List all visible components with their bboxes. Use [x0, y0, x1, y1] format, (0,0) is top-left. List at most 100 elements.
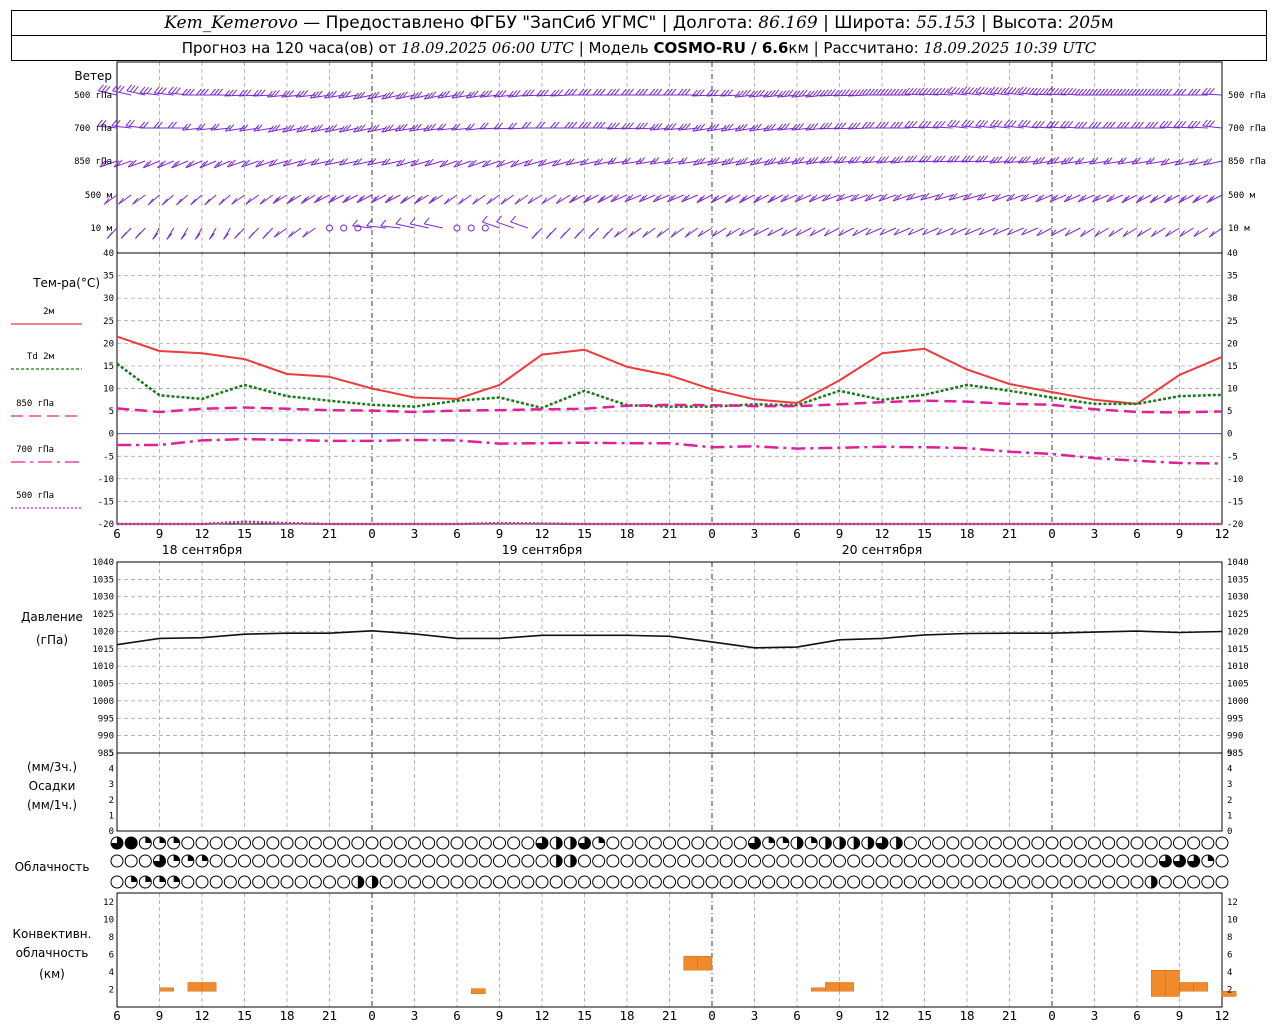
cloud-symbol-fill	[556, 837, 563, 849]
wind-barb	[656, 227, 670, 238]
wind-barb-feather	[380, 219, 387, 227]
cloud-symbol	[223, 836, 237, 850]
cloud-symbol	[1017, 875, 1031, 889]
x-tick-label-bottom: 12	[534, 1008, 549, 1023]
cloud-symbol	[1158, 836, 1172, 850]
wind-barb	[541, 194, 557, 204]
cloud-symbol	[1031, 836, 1045, 850]
cloud-symbol	[535, 875, 549, 889]
cloud-symbol	[195, 836, 209, 850]
cloud-symbol-fill	[357, 876, 364, 888]
conv-label-3: (км)	[39, 967, 65, 981]
pres-ytick-left: 1005	[92, 680, 114, 690]
x-tick-label-mid: 9	[1176, 526, 1184, 541]
cloud-symbol-fill	[570, 837, 577, 849]
cloud-symbol	[903, 836, 917, 850]
wind-barb	[781, 227, 798, 237]
wind-barb-feather	[531, 232, 538, 239]
wind-barb-feather	[135, 232, 141, 239]
wind-barb	[510, 221, 528, 229]
pres-ytick-left: 990	[98, 732, 114, 742]
precip-ytick-right: 0	[1227, 827, 1232, 837]
conv-label-2: облачность	[16, 946, 89, 960]
cloud-symbol	[634, 854, 648, 868]
cloud-symbol	[294, 836, 308, 850]
temp-ytick-left: 25	[103, 317, 114, 327]
wind-barb-feather	[204, 198, 211, 206]
cloud-symbol	[705, 875, 719, 889]
x-tick-label-mid: 9	[156, 526, 164, 541]
cloud-symbol	[677, 836, 691, 850]
x-tick-label-bottom: 18	[619, 1008, 634, 1023]
conv-bar	[159, 987, 174, 992]
wind-barb-feather	[574, 232, 580, 239]
x-tick-label-bottom: 3	[411, 1008, 419, 1023]
cloud-symbol	[493, 854, 506, 868]
cloud-symbol	[946, 875, 960, 889]
cloud-symbol	[464, 875, 478, 889]
wind-level-right: 500 м	[1228, 191, 1256, 201]
cloud-symbol	[478, 875, 492, 889]
cloud-symbol	[974, 836, 988, 850]
precip-ytick-left: 5	[109, 749, 114, 759]
cloud-symbol	[408, 854, 421, 868]
wind-barb-calm	[467, 224, 475, 232]
wind-barb	[739, 227, 755, 237]
cloud-symbol	[861, 875, 875, 889]
x-tick-label-mid: 21	[1002, 526, 1017, 541]
cloud-symbol	[110, 854, 124, 868]
cloud-symbol	[606, 875, 620, 889]
cloud-symbol	[379, 836, 393, 850]
wind-barb	[824, 227, 840, 237]
cloud-symbol	[1173, 836, 1186, 850]
cloud-symbol	[1130, 836, 1144, 850]
temp-ytick-left: 0	[109, 430, 114, 440]
wind-barb-feather	[481, 215, 488, 223]
wind-barb	[1136, 227, 1152, 237]
wind-barb-feather	[234, 232, 240, 239]
cloud-symbol-fill	[782, 837, 789, 843]
x-tick-label-bottom: 9	[156, 1008, 164, 1023]
x-tick-label-bottom: 9	[836, 1008, 844, 1023]
pres-ytick-left: 1020	[92, 627, 114, 637]
cloud-symbol	[280, 854, 294, 868]
pres-ytick-right: 1020	[1227, 627, 1249, 637]
cloud-symbol	[436, 836, 450, 850]
cloud-symbol	[124, 854, 138, 868]
temp-ytick-right: 40	[1227, 249, 1238, 259]
cloud-symbol	[1201, 875, 1215, 889]
cloud-symbol	[1102, 854, 1116, 868]
wind-barb-feather	[176, 198, 182, 206]
cloud-symbol	[323, 875, 336, 889]
cloud-symbol	[578, 875, 591, 889]
pres-ytick-left: 1015	[92, 645, 114, 655]
wind-barb	[1108, 227, 1124, 237]
temp-ytick-left: 40	[103, 249, 114, 259]
cloud-symbol	[422, 875, 436, 889]
cloud-symbol	[294, 875, 308, 889]
x-tick-label-mid: 0	[1048, 526, 1056, 541]
wind-barb	[1165, 227, 1180, 237]
cloud-symbol	[422, 836, 436, 850]
cloud-symbol	[436, 875, 450, 889]
cloud-symbol	[1187, 836, 1201, 850]
wind-barb-feather	[423, 217, 430, 225]
pres-ytick-left: 1025	[92, 610, 114, 620]
conv-bar	[825, 982, 840, 992]
conv-label-1: Конвективн.	[13, 927, 92, 941]
x-tick-label-mid: 15	[577, 526, 592, 541]
cloud-symbol	[818, 854, 832, 868]
wind-barb	[231, 194, 245, 205]
cloud-symbol-fill	[173, 855, 180, 861]
conv-ytick-right: 12	[1227, 898, 1238, 908]
wind-barb	[1094, 227, 1109, 237]
cloud-symbol	[776, 854, 790, 868]
precip-ytick-left: 0	[109, 827, 114, 837]
cloud-symbol	[903, 875, 917, 889]
cloud-symbol	[663, 836, 676, 850]
x-tick-label-bottom: 3	[751, 1008, 759, 1023]
cloud-symbol	[1215, 875, 1229, 889]
cloud-symbol	[393, 836, 407, 850]
cloud-symbol	[408, 836, 421, 850]
wind-barb	[809, 227, 826, 237]
